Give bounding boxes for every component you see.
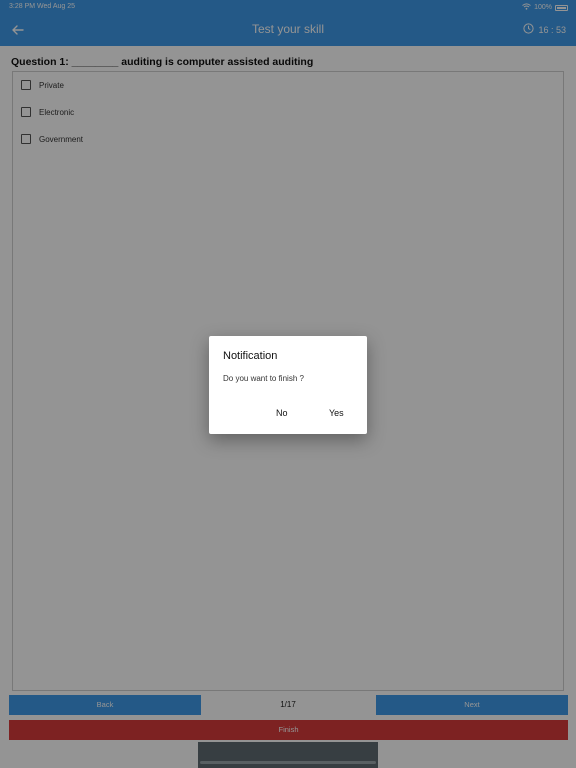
dialog-title: Notification — [223, 350, 278, 362]
dialog-message: Do you want to finish ? — [223, 374, 304, 383]
yes-button[interactable]: Yes — [329, 408, 344, 418]
no-button[interactable]: No — [276, 408, 288, 418]
notification-dialog: Notification Do you want to finish ? No … — [209, 336, 367, 434]
